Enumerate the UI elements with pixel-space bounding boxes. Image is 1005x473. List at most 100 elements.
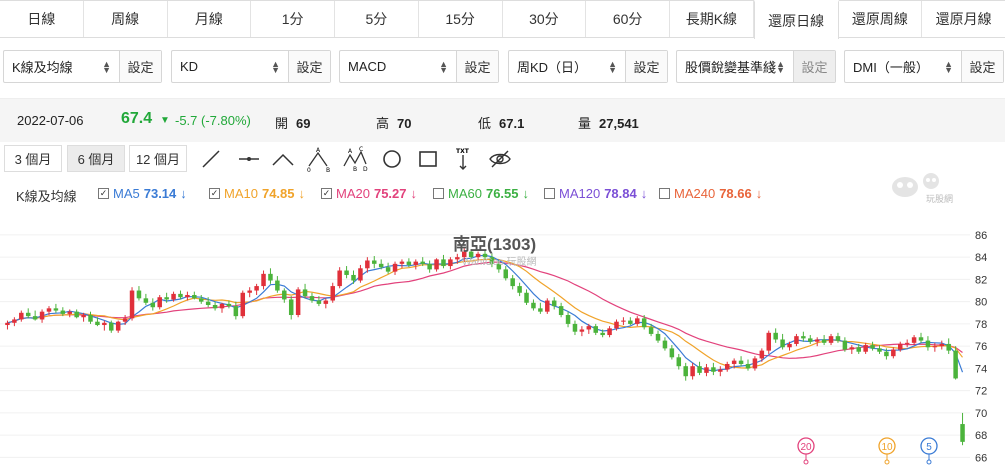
tab-4[interactable]: 5分 [335,1,419,37]
ma-toggle-ma240[interactable]: MA240 78.66 ↓ [659,186,762,201]
candlestick-chart[interactable]: 66 68 70 72 74 76 78 80 82 84 86 20 10 5 南亞(1303) Wan… [0,220,1005,473]
candle-body [697,366,702,373]
checkbox[interactable] [433,188,444,199]
settings-button[interactable]: 設定 [119,51,161,82]
ma-value: 76.55 [485,186,519,201]
candle-body [946,343,951,351]
indicator-dropdown-value: K線及均線 [12,60,73,75]
site-watermark: WantGoo 玩股網 [462,257,537,268]
candle-body [614,321,619,329]
svg-text:B: B [326,167,330,172]
indicator-selector-1: KD ▲ ▼ 設定 [171,50,331,83]
candle-body [538,308,543,312]
ma-marker-label: 10 [881,442,893,453]
text-tool-icon[interactable]: TXT [450,146,476,172]
low-value: 67.1 [499,116,525,131]
tab-2[interactable]: 月線 [168,1,252,37]
candle-body [683,366,688,377]
ma-toggle-ma120[interactable]: MA120 78.84 ↓ [544,186,647,201]
dropdown-arrows-icon: ▲ ▼ [776,58,785,75]
checkbox[interactable] [659,188,670,199]
indicator-dropdown[interactable]: 股價銳變基準綫 ▲ ▼ [677,51,793,82]
tab-10[interactable]: 還原周線 [839,1,923,37]
candle-body [545,300,550,312]
ma20-line [7,261,963,359]
indicator-selector-2: MACD ▲ ▼ 設定 [339,50,499,83]
y-tick-label: 72 [975,386,987,398]
tab-9[interactable]: 還原日線 [753,0,839,39]
candle-body [351,274,356,281]
dropdown-arrows-icon: ▲ ▼ [102,58,111,75]
ma-toggle-ma60[interactable]: MA60 76.55 ↓ [433,186,529,201]
tab-0[interactable]: 日線 [0,1,84,37]
candle-body [835,336,841,341]
candle-body [136,290,142,299]
candle-body [565,315,571,324]
candle-body [600,332,605,336]
wantgoo-logo: 玩股網 [888,172,968,208]
hide-drawings-icon[interactable] [487,146,513,172]
ma-marker-dot [803,459,809,465]
ma-toggle-ma10[interactable]: ✓ MA10 74.85 ↓ [209,186,305,201]
candle-body [939,343,945,347]
candle-body [932,346,938,348]
candle-body [275,280,280,291]
horizontal-line-icon[interactable] [236,146,262,172]
checkbox[interactable]: ✓ [209,188,220,199]
tab-3[interactable]: 1分 [251,1,335,37]
candle-body [448,259,453,267]
tab-6[interactable]: 30分 [503,1,587,37]
range-6-months-button[interactable]: 6 個月 [67,145,125,172]
candle-body [434,259,439,270]
settings-button[interactable]: 設定 [793,51,835,82]
indicator-dropdown[interactable]: MACD ▲ ▼ [340,51,456,82]
range-3-months-button[interactable]: 3 個月 [4,145,62,172]
candle-body [704,367,709,373]
ma-toggle-ma20[interactable]: ✓ MA20 75.27 ↓ [321,186,417,201]
ma-trend-arrow-icon: ↓ [298,186,306,201]
tab-1[interactable]: 周線 [84,1,168,37]
ma-name: MA240 [674,186,716,201]
range-12-months-button[interactable]: 12 個月 [129,145,187,172]
candle-body [53,308,59,311]
settings-button[interactable]: 設定 [456,51,498,82]
tab-5[interactable]: 15分 [419,1,503,37]
indicator-dropdown[interactable]: DMI（一般） ▲ ▼ [845,51,961,82]
circle-tool-icon[interactable] [379,146,405,172]
abc-pattern-icon[interactable]: A 0 B [306,146,332,172]
candle-body [780,339,785,348]
candle-body [378,263,384,268]
checkbox[interactable] [544,188,555,199]
y-tick-label: 80 [975,297,987,309]
candle-body [877,348,882,352]
candle-body [88,315,93,322]
indicator-dropdown[interactable]: K線及均線 ▲ ▼ [4,51,119,82]
logo-text: 玩股網 [926,194,954,204]
indicator-dropdown[interactable]: 周KD（日） ▲ ▼ [509,51,625,82]
settings-button[interactable]: 設定 [961,51,1003,82]
settings-button[interactable]: 設定 [625,51,667,82]
candle-body [607,328,612,336]
candle-body [178,293,183,298]
candle-body [358,268,363,281]
candle-body [718,369,723,372]
candle-body [330,286,335,301]
checkbox[interactable]: ✓ [321,188,332,199]
indicator-dropdown[interactable]: KD ▲ ▼ [172,51,288,82]
rectangle-tool-icon[interactable] [415,146,441,172]
period-tabs: 日線 周線 月線 1分 5分 15分 30分 60分 長期K線 還原日線 還原周線 還原月線 [0,0,1005,39]
checkbox[interactable]: ✓ [98,188,109,199]
tab-11[interactable]: 還原月線 [922,1,1005,37]
abcd-pattern-icon[interactable]: AC BD [342,146,368,172]
ma-toggle-ma5[interactable]: ✓ MA5 73.14 ↓ [98,186,187,201]
tab-7[interactable]: 60分 [586,1,670,37]
line-tool-icon[interactable] [198,146,224,172]
candle-body [129,290,135,319]
trend-angle-icon[interactable] [270,146,296,172]
candle-body [219,303,225,309]
settings-button[interactable]: 設定 [288,51,330,82]
ma-legend-title: K線及均線 [16,189,77,204]
candle-body [960,424,965,442]
y-tick-label: 78 [975,319,987,331]
tab-8[interactable]: 長期K線 [670,1,754,37]
